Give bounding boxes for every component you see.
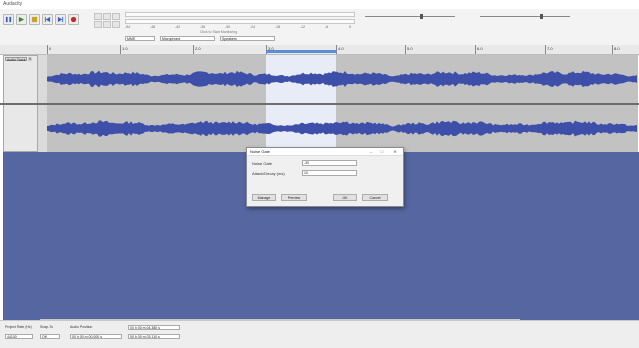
window-title: Audacity (3, 1, 23, 7)
attack-decay-input[interactable]: 10 (302, 170, 357, 176)
skip-start-icon (44, 16, 51, 23)
audio-position-label: Audio Position (70, 325, 93, 329)
waveform-left (47, 70, 637, 88)
play-icon (18, 16, 25, 23)
ruler-tick (120, 45, 121, 54)
playback-device-select[interactable]: Speakers (220, 36, 275, 41)
waveform-right (47, 120, 637, 137)
ruler-label: 5.0 (407, 46, 413, 51)
ruler-label: 4.0 (338, 46, 344, 51)
meter-tick: -12 (300, 25, 306, 29)
playback-meter[interactable] (125, 19, 355, 24)
ruler-tick (47, 45, 48, 54)
ruler-tick (336, 45, 337, 54)
dialog-title: Noise Gate (250, 149, 271, 154)
noise-gate-input[interactable]: -30 (302, 160, 357, 166)
stop-icon (31, 16, 38, 23)
selection-bar[interactable] (266, 50, 336, 53)
meter-tick: -18 (275, 25, 281, 29)
ruler-tick (545, 45, 546, 54)
skip-end-button[interactable] (55, 14, 66, 25)
selection-end-field[interactable]: 00 h 00 m 04.380 s (128, 325, 180, 330)
timeshift-tool[interactable] (103, 21, 111, 28)
minimize-icon[interactable]: – (367, 149, 375, 154)
meter-tick: -36 (200, 25, 206, 29)
ruler-label: 8.0 (614, 46, 620, 51)
ok-button[interactable]: OK (333, 194, 357, 201)
pause-button[interactable] (3, 14, 14, 25)
zoom-tool[interactable] (94, 21, 102, 28)
meter-tick: -54 (125, 25, 131, 29)
ruler-label: 7.0 (547, 46, 553, 51)
ruler-tick (193, 45, 194, 54)
selection-tool[interactable] (94, 13, 102, 20)
meter-hint[interactable]: Click to Start Monitoring (200, 30, 237, 34)
meter-tick: -48 (150, 25, 156, 29)
meter-tick: 0 (349, 25, 351, 29)
project-rate-label: Project Rate (Hz) (5, 325, 32, 329)
play-button[interactable] (16, 14, 27, 25)
skip-start-button[interactable] (42, 14, 53, 25)
ruler-label: 0 (49, 46, 52, 51)
ruler-tick (612, 45, 613, 54)
cancel-button[interactable]: Cancel (362, 194, 388, 201)
meter-tick: -42 (175, 25, 181, 29)
snap-to-select[interactable]: Off (40, 334, 60, 339)
recording-volume-knob[interactable] (420, 14, 423, 19)
playback-volume-slider[interactable] (480, 16, 570, 17)
field-label: Noise Gate (252, 161, 273, 166)
recording-volume-slider[interactable] (365, 16, 455, 17)
project-rate-select[interactable]: 44100 (5, 334, 33, 339)
meter-tick: -6 (325, 25, 329, 29)
waveform-channel-left[interactable] (47, 55, 638, 103)
draw-tool[interactable] (112, 13, 120, 20)
selection-start-field[interactable]: 00 h 00 m 03.110 s (128, 334, 180, 339)
ruler-label: 1.0 (122, 46, 128, 51)
waveform-channel-right[interactable] (47, 105, 638, 152)
multi-tool[interactable] (112, 21, 120, 28)
ruler-tick (475, 45, 476, 54)
snap-to-label: Snap-To (40, 325, 54, 329)
title-bar: Audacity (0, 0, 639, 9)
ruler-label: 2.0 (195, 46, 201, 51)
dialog-title-bar[interactable]: Noise Gate – □ ✕ (247, 148, 403, 156)
noise-gate-dialog: Noise Gate – □ ✕ Noise Gate -30 Attack/D… (246, 147, 404, 207)
skip-end-icon (57, 16, 64, 23)
toolbar: -54 -48 -42 -36 -30 -24 -18 -12 -6 0 Cli… (0, 9, 639, 46)
playback-volume-knob[interactable] (540, 14, 543, 19)
record-button[interactable] (68, 14, 79, 25)
meter-tick: -30 (225, 25, 231, 29)
audio-position-field[interactable]: 00 h 00 m 00.000 s (70, 334, 122, 339)
track-close-button[interactable]: X (28, 57, 32, 61)
field-label: Attack/Decay (ms) (252, 171, 285, 176)
envelope-tool[interactable] (103, 13, 111, 20)
selection-toolbar: Project Rate (Hz) 44100 Snap-To Off Audi… (0, 320, 639, 348)
meter-tick: -24 (250, 25, 256, 29)
ruler-label: 6.0 (477, 46, 483, 51)
preview-button[interactable]: Preview (281, 194, 307, 201)
record-icon (70, 16, 77, 23)
track-name-menu[interactable]: Audio Track (5, 57, 27, 62)
recording-device-select[interactable]: Microphone (160, 36, 215, 41)
record-meter[interactable] (125, 12, 355, 17)
close-icon[interactable]: ✕ (391, 149, 399, 154)
pause-icon (5, 16, 12, 23)
audio-host-select[interactable]: MME (125, 36, 155, 41)
ruler-tick (405, 45, 406, 54)
stop-button[interactable] (29, 14, 40, 25)
manage-button[interactable]: Manage (252, 194, 276, 201)
maximize-icon[interactable]: □ (378, 149, 386, 154)
